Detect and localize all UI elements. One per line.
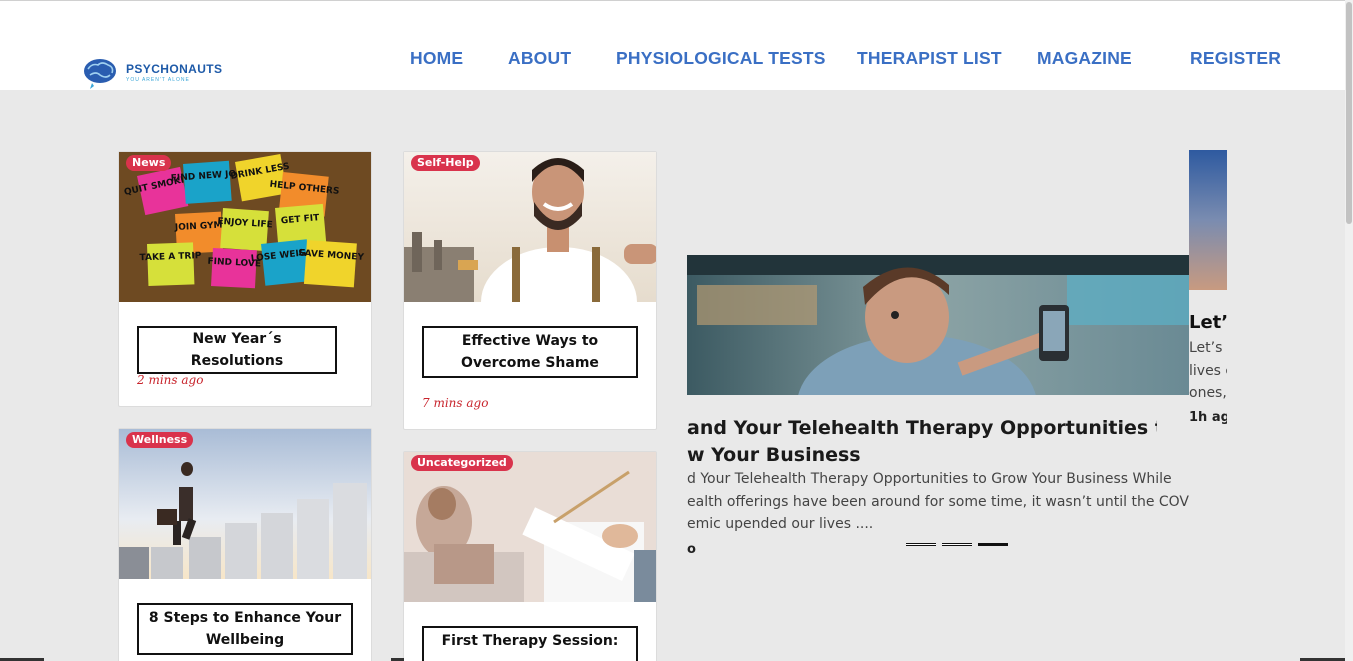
brand-tagline: YOU AREN'T ALONE (126, 76, 190, 83)
brand-name: PSYCHONAUTS (126, 61, 223, 76)
next-slide-excerpt: Let’s P lives c ones, (1189, 340, 1227, 401)
slider-dot-3[interactable] (978, 543, 1008, 546)
telehealth-slide-image[interactable] (687, 255, 1189, 395)
next-slide-image[interactable] (1189, 150, 1227, 290)
article-time: 7 mins ago (422, 396, 489, 410)
scrollbar-thumb[interactable] (1346, 2, 1352, 224)
article-title[interactable]: Effective Ways to Overcome Shame (422, 326, 638, 378)
slide-title[interactable]: and Your Telehealth Therapy Opportunitie… (687, 415, 1157, 469)
nav-home[interactable]: HOME (410, 48, 463, 69)
slider-dot-2[interactable] (942, 543, 972, 546)
article-card-wellbeing[interactable]: Wellness 8 Steps to Enhance Your Wellbei… (118, 428, 372, 661)
article-card-shame[interactable]: Self-Help Effective Ways to Overcome Sha… (403, 151, 657, 430)
slide-excerpt: d Your Telehealth Therapy Opportunities … (687, 471, 1189, 532)
slider-dot-1[interactable] (906, 543, 936, 546)
article-title[interactable]: New Year´s Resolutions (137, 326, 337, 374)
nav-magazine[interactable]: MAGAZINE (1037, 48, 1132, 69)
slider-dots (906, 543, 1008, 546)
article-card-resolutions[interactable]: QUIT SMOKING FIND NEW JOB DRINK LESS HEL… (118, 151, 372, 407)
category-badge-wellness[interactable]: Wellness (126, 432, 194, 448)
next-slide-title[interactable]: Let’s (1189, 312, 1227, 333)
next-slide-meta: 1h ag (1189, 410, 1227, 425)
article-title[interactable]: 8 Steps to Enhance Your Wellbeing (137, 603, 353, 655)
article-title[interactable]: First Therapy Session: (422, 626, 638, 661)
site-logo[interactable]: PSYCHONAUTS YOU AREN'T ALONE (82, 53, 222, 91)
therapy-session-image (404, 452, 656, 602)
stairs-businessman-image (119, 429, 371, 579)
page-scrollbar[interactable] (1345, 0, 1353, 661)
site-header: PSYCHONAUTS YOU AREN'T ALONE HOME ABOUT … (0, 0, 1353, 90)
slide-meta: o (687, 542, 696, 557)
article-card-first-session[interactable]: Uncategorized First Therapy Session: (403, 451, 657, 661)
category-badge-uncategorized[interactable]: Uncategorized (411, 455, 513, 471)
smiling-man-image (404, 152, 656, 302)
nav-therapist-list[interactable]: THERAPIST LIST (857, 48, 1002, 69)
category-badge-self-help[interactable]: Self-Help (411, 155, 480, 171)
brain-icon (82, 57, 118, 89)
nav-about[interactable]: ABOUT (508, 48, 571, 69)
category-badge-news[interactable]: News (126, 155, 172, 171)
article-time: 2 mins ago (137, 373, 204, 387)
nav-physiological-tests[interactable]: PHYSIOLOGICAL TESTS (616, 48, 826, 69)
sticky-notes-image: QUIT SMOKING FIND NEW JOB DRINK LESS HEL… (119, 152, 371, 302)
nav-register[interactable]: REGISTER (1190, 48, 1281, 69)
